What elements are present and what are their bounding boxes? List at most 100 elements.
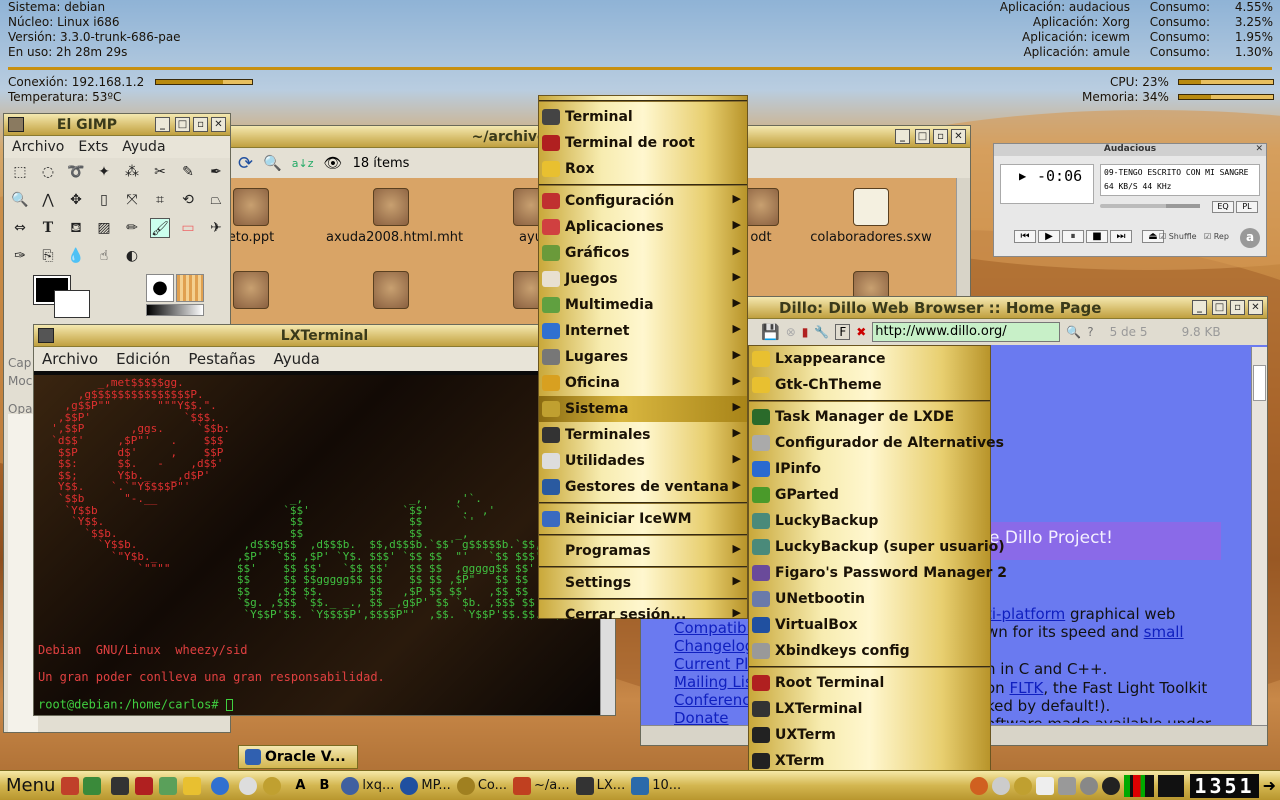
task-lx[interactable]: LX...	[575, 775, 625, 797]
root-terminal-icon[interactable]	[135, 776, 154, 795]
browser-icon[interactable]	[211, 776, 230, 795]
stop-icon[interactable]: ⊗	[786, 325, 796, 339]
brush-preview[interactable]: ●	[146, 274, 174, 302]
link-small[interactable]: small	[1144, 623, 1184, 641]
link-mailing-list[interactable]: Mailing Lis	[674, 673, 755, 691]
menu-item-gráficos[interactable]: Gráficos ▶	[539, 240, 747, 266]
close-button[interactable]: ✕	[1248, 300, 1263, 315]
menu-item-lugares[interactable]: Lugares ▶	[539, 344, 747, 370]
sort-icon[interactable]: a↓z	[292, 157, 314, 170]
menu-item-cerrar-sesión[interactable]: Cerrar sesión... ▶	[539, 602, 747, 628]
ink-tool-icon[interactable]: ✑	[10, 246, 30, 266]
file-icon[interactable]	[326, 271, 456, 313]
audacious-titlebar[interactable]: Audacious ✕	[994, 144, 1266, 156]
settings-gear-icon[interactable]	[263, 776, 282, 795]
folder-icon[interactable]	[183, 776, 202, 795]
scissors-tool-icon[interactable]: ✂	[150, 162, 170, 182]
perspective-tool-icon[interactable]: ⏢	[206, 190, 226, 210]
file-icon[interactable]: colaboradores.sxw	[806, 188, 936, 245]
dodge-tool-icon[interactable]: ◐	[122, 246, 142, 266]
shell-prompt[interactable]: root@debian:/home/carlos#	[38, 699, 233, 711]
restore-button[interactable]: ▫	[933, 129, 948, 144]
menu-edicion[interactable]: Edición	[116, 350, 170, 368]
lasso-tool-icon[interactable]: ➰	[66, 162, 86, 182]
text-tool-icon[interactable]: T	[38, 218, 58, 238]
link-current-plans[interactable]: Current Pl	[674, 655, 755, 673]
volume-slider[interactable]	[1166, 204, 1200, 208]
eye-icon[interactable]: 👁	[324, 154, 343, 172]
circle-tray-icon[interactable]	[1080, 776, 1099, 795]
clone-tool-icon[interactable]: ⎘	[38, 246, 58, 266]
pl-button[interactable]: PL	[1236, 201, 1258, 213]
menu-item-oficina[interactable]: Oficina ▶	[539, 370, 747, 396]
submenu-item-gtk-chtheme[interactable]: Gtk-ChTheme	[749, 372, 990, 398]
menu-archivo[interactable]: Archivo	[42, 350, 98, 368]
submenu-item-luckybackup-super-usuario[interactable]: LuckyBackup (super usuario)	[749, 534, 1005, 560]
submenu-item-root-terminal[interactable]: Root Terminal	[749, 670, 990, 696]
submenu-item-uxterm[interactable]: UXTerm	[749, 722, 990, 748]
menu-item-rox[interactable]: Rox	[539, 156, 747, 182]
next-icon[interactable]: ⏭	[1110, 230, 1132, 243]
menu-item-configuración[interactable]: Configuración ▶	[539, 188, 747, 214]
fuzzy-select-tool-icon[interactable]: ✦	[94, 162, 114, 182]
photo-app-icon[interactable]	[61, 776, 80, 795]
zoom-tool-icon[interactable]: 🔍	[10, 190, 30, 210]
pencil-tool-icon[interactable]: ✏	[122, 218, 142, 238]
ellipse-select-tool-icon[interactable]: ◌	[38, 162, 58, 182]
blend-tool-icon[interactable]: ▨	[94, 218, 114, 238]
file-icon[interactable]	[226, 271, 316, 313]
submenu-item-xbindkeys-config[interactable]: Xbindkeys config	[749, 638, 990, 664]
menu-item-utilidades[interactable]: Utilidades ▶	[539, 448, 747, 474]
close-button[interactable]: ✕	[951, 129, 966, 144]
menu-item-settings[interactable]: Settings ▶	[539, 570, 747, 596]
menu-item-sistema[interactable]: Sistema ▶	[539, 396, 747, 422]
menu-item-aplicaciones[interactable]: Aplicaciones ▶	[539, 214, 747, 240]
maximize-button[interactable]: □	[1212, 300, 1227, 315]
submenu-item-gparted[interactable]: GParted	[749, 482, 990, 508]
crop-tool-icon[interactable]: ⌗	[150, 190, 170, 210]
menu-item-internet[interactable]: Internet ▶	[539, 318, 747, 344]
bookmarks-icon[interactable]: ▮	[802, 325, 809, 339]
menu-pestanas[interactable]: Pestañas	[188, 350, 255, 368]
flip-tool-icon[interactable]: ⇔	[10, 218, 30, 238]
submenu-item-figaro-s-password-manager-2[interactable]: Figaro's Password Manager 2	[749, 560, 1007, 586]
stop-icon[interactable]: ■	[1086, 230, 1108, 243]
restore-button[interactable]: ▫	[193, 117, 208, 132]
file-icon[interactable]: F	[835, 324, 851, 340]
editor-icon[interactable]	[159, 776, 178, 795]
measure-tool-icon[interactable]: ⋀	[38, 190, 58, 210]
terminal-icon[interactable]	[111, 776, 130, 795]
gradient-preview[interactable]	[146, 304, 204, 316]
menu-ayuda[interactable]: Ayuda	[274, 350, 320, 368]
task-co[interactable]: Co...	[456, 775, 507, 797]
dillo-scrollbar[interactable]	[1251, 347, 1267, 727]
scrollbar-thumb[interactable]	[1253, 365, 1266, 401]
audacious-tray-icon[interactable]	[1102, 776, 1121, 795]
link-changelog[interactable]: Changelog	[674, 637, 755, 655]
task-mp[interactable]: MP...	[400, 775, 451, 797]
maximize-button[interactable]: □	[915, 129, 930, 144]
align-tool-icon[interactable]: ▯	[94, 190, 114, 210]
rotate-tool-icon[interactable]: ⟲	[178, 190, 198, 210]
smudge-tool-icon[interactable]: ☝	[94, 246, 114, 266]
menu-item-reiniciar-icewm[interactable]: Reiniciar IceWM	[539, 506, 747, 532]
bucket-fill-tool-icon[interactable]: ⛾	[66, 218, 86, 238]
submenu-item-ipinfo[interactable]: IPinfo	[749, 456, 990, 482]
file-icon[interactable]: axuda2008.html.mht	[326, 188, 463, 245]
gimp-titlebar[interactable]: El GIMP _ □ ▫ ✕	[4, 114, 230, 136]
task-lxq[interactable]: lxq...	[341, 775, 394, 797]
file-icon[interactable]: eto.ppt	[226, 188, 316, 245]
rect-select-tool-icon[interactable]: ⬚	[10, 162, 30, 182]
task-10[interactable]: 10...	[631, 775, 681, 797]
submenu-item-lxappearance[interactable]: Lxappearance	[749, 346, 990, 372]
zoom-icon[interactable]: 🔍	[263, 154, 282, 172]
minimize-button[interactable]: _	[895, 129, 910, 144]
eraser-tool-icon[interactable]: ▭	[178, 218, 198, 238]
task-files[interactable]: ~/a...	[513, 775, 570, 797]
menu-item-terminal-de-root[interactable]: Terminal de root	[539, 130, 747, 156]
paintbrush-tool-icon[interactable]: 🖌	[150, 218, 170, 238]
menu-item-multimedia[interactable]: Multimedia ▶	[539, 292, 747, 318]
submenu-item-task-manager-de-lxde[interactable]: Task Manager de LXDE	[749, 404, 990, 430]
eq-button[interactable]: EQ	[1212, 201, 1234, 213]
skull-icon[interactable]	[239, 776, 258, 795]
